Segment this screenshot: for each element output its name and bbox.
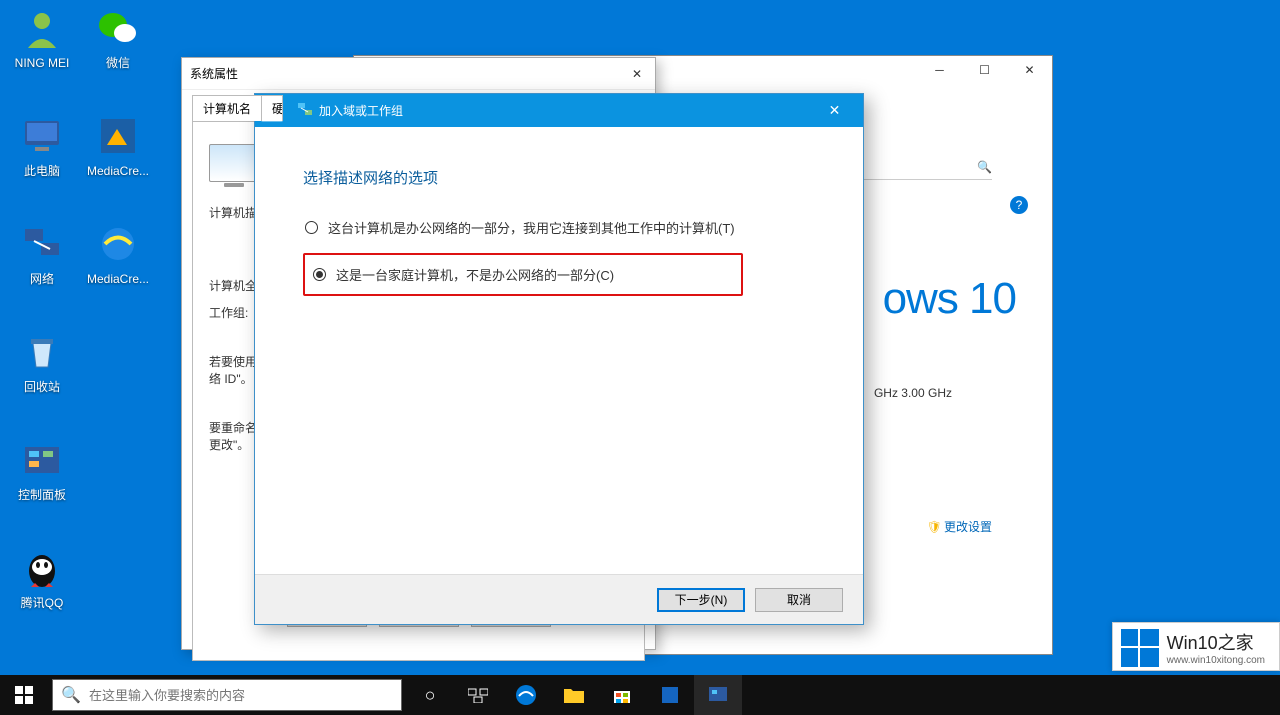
maximize-button[interactable]: ☐ — [962, 56, 1007, 84]
network-icon — [297, 101, 313, 120]
desktop-icon-label: 微信 — [80, 56, 156, 70]
desktop-icon-wechat[interactable]: 微信 — [80, 4, 156, 70]
windows10-logo-text: ows 10 — [883, 274, 1016, 324]
cortana-button[interactable]: ○ — [406, 675, 454, 715]
option-business-network[interactable]: 这台计算机是办公网络的一部分，我用它连接到其他工作中的计算机(T) — [303, 214, 815, 241]
watermark-url: www.win10xitong.com — [1167, 655, 1265, 666]
desktop-icon-label: 腾讯QQ — [4, 596, 80, 610]
window-controls: ─ ☐ ✕ — [917, 56, 1052, 84]
watermark-title: Win10之家 — [1167, 629, 1265, 655]
controlpanel-icon — [18, 436, 66, 484]
wizard-footer: 下一步(N) 取消 — [255, 574, 863, 624]
rename-text2: 更改"。 — [209, 438, 249, 452]
radio-icon-checked — [313, 268, 326, 281]
wizard-body: 选择描述网络的选项 这台计算机是办公网络的一部分，我用它连接到其他工作中的计算机… — [255, 127, 863, 348]
option-label: 这是一台家庭计算机，不是办公网络的一部分(C) — [336, 265, 614, 284]
search-input[interactable] — [89, 688, 401, 703]
explorer-button[interactable] — [550, 675, 598, 715]
edge-button[interactable] — [502, 675, 550, 715]
shield-icon: 🛡 — [927, 520, 942, 534]
desktop-icon-qq[interactable]: 腾讯QQ — [4, 544, 80, 610]
search-icon: 🔍 — [53, 685, 89, 705]
desktop-icon-recyclebin[interactable]: 回收站 — [4, 328, 80, 394]
desktop-icon-mediacre2[interactable]: MediaCre... — [80, 220, 156, 286]
wizard-heading: 选择描述网络的选项 — [303, 167, 815, 188]
windows-icon — [15, 686, 33, 704]
tab-hardware[interactable]: 硬 — [261, 95, 283, 121]
minimize-button[interactable]: ─ — [917, 56, 962, 84]
radio-icon — [305, 221, 318, 234]
computer-icon — [18, 112, 66, 160]
dialog-titlebar[interactable]: 系统属性 ✕ — [182, 58, 655, 90]
desktop-icon-label: 此电脑 — [4, 164, 80, 178]
desktop-icon-label: 回收站 — [4, 380, 80, 394]
tab-computer-name[interactable]: 计算机名 — [192, 95, 262, 121]
watermark: Win10之家 www.win10xitong.com — [1112, 622, 1280, 671]
desktop-icon-network[interactable]: 网络 — [4, 220, 80, 286]
desktop-icon-label: MediaCre... — [80, 164, 156, 178]
user-icon — [18, 4, 66, 52]
wizard-title-wrap: 加入域或工作组 — [297, 101, 403, 120]
store-button[interactable] — [598, 675, 646, 715]
dialog-title: 系统属性 — [190, 65, 238, 82]
help-icon[interactable]: ? — [1010, 196, 1028, 214]
cancel-button[interactable]: 取消 — [755, 588, 843, 612]
desktop-icon-user[interactable]: NING MEI — [4, 4, 80, 70]
next-button[interactable]: 下一步(N) — [657, 588, 745, 612]
taskbar: 🔍 ○ — [0, 675, 1280, 715]
windows-logo-icon — [1121, 629, 1159, 667]
controlpanel-taskbar-button[interactable] — [694, 675, 742, 715]
taskview-button[interactable] — [454, 675, 502, 715]
option-home-computer[interactable]: 这是一台家庭计算机，不是办公网络的一部分(C) — [303, 253, 743, 296]
desktop-icon-label: 控制面板 — [4, 488, 80, 502]
option-label: 这台计算机是办公网络的一部分，我用它连接到其他工作中的计算机(T) — [328, 218, 735, 237]
netid-text2: 络 ID"。 — [209, 372, 253, 386]
desktop-icon-label: MediaCre... — [80, 272, 156, 286]
change-settings-link[interactable]: 🛡更改设置 — [927, 518, 992, 535]
app-icon — [94, 112, 142, 160]
close-icon[interactable]: ✕ — [627, 64, 647, 84]
wizard-title: 加入域或工作组 — [319, 102, 403, 119]
wizard-header[interactable]: ← 加入域或工作组 ✕ — [255, 94, 863, 127]
computer-icon — [209, 144, 257, 182]
recycle-icon — [18, 328, 66, 376]
wizard-close-button[interactable]: ✕ — [812, 97, 857, 125]
desktop-icon-label: 网络 — [4, 272, 80, 286]
join-domain-wizard: ← 加入域或工作组 ✕ 选择描述网络的选项 这台计算机是办公网络的一部分，我用它… — [254, 93, 864, 625]
wechat-icon — [94, 4, 142, 52]
app-button[interactable] — [646, 675, 694, 715]
cpu-ghz-text: GHz 3.00 GHz — [874, 386, 952, 400]
network-icon — [18, 220, 66, 268]
start-button[interactable] — [0, 675, 48, 715]
desktop-icon-controlpanel[interactable]: 控制面板 — [4, 436, 80, 502]
ie-icon — [94, 220, 142, 268]
taskbar-search[interactable]: 🔍 — [52, 679, 402, 711]
qq-icon — [18, 544, 66, 592]
desktop-icon-thispc[interactable]: 此电脑 — [4, 112, 80, 178]
close-button[interactable]: ✕ — [1007, 56, 1052, 84]
desktop-icon-mediacre1[interactable]: MediaCre... — [80, 112, 156, 178]
desktop-icon-label: NING MEI — [4, 56, 80, 70]
